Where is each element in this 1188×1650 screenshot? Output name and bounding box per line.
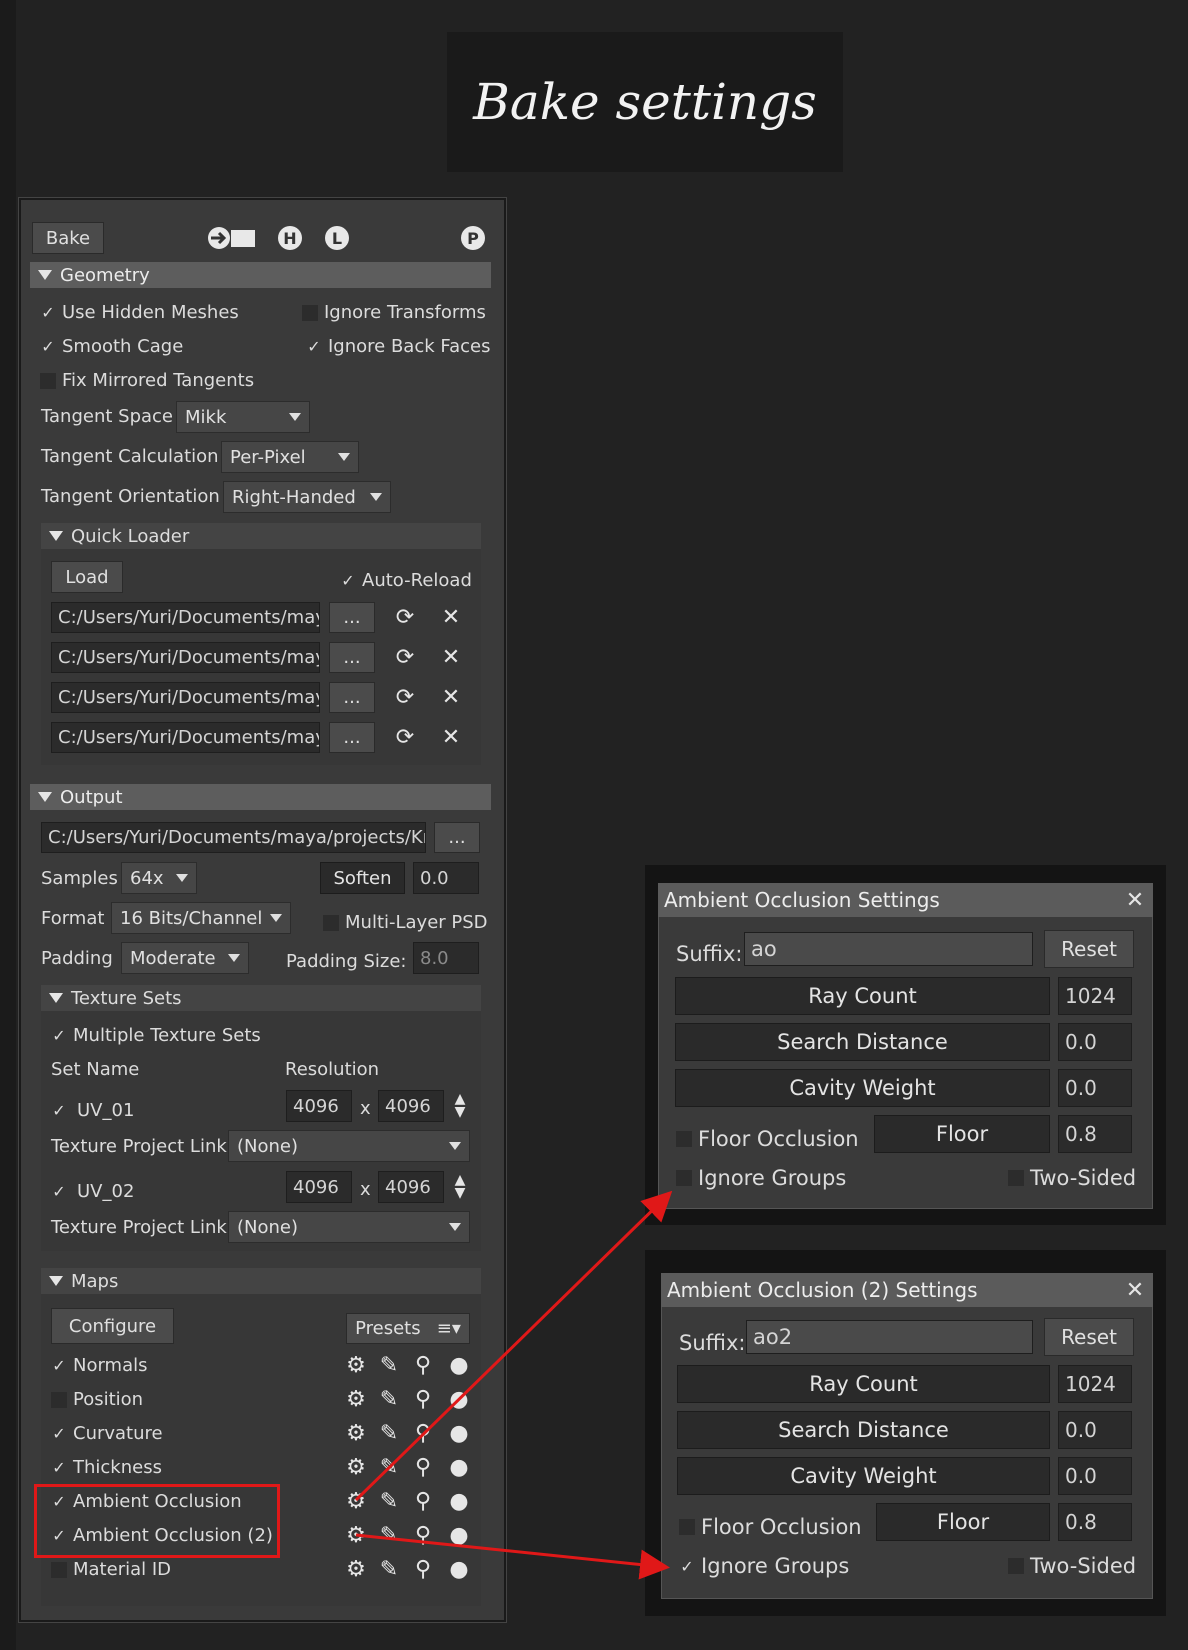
arrow-to-ao2-dialog — [355, 1533, 670, 1580]
arrow-to-ao-dialog — [354, 1190, 673, 1502]
callout-arrows — [354, 1190, 673, 1580]
